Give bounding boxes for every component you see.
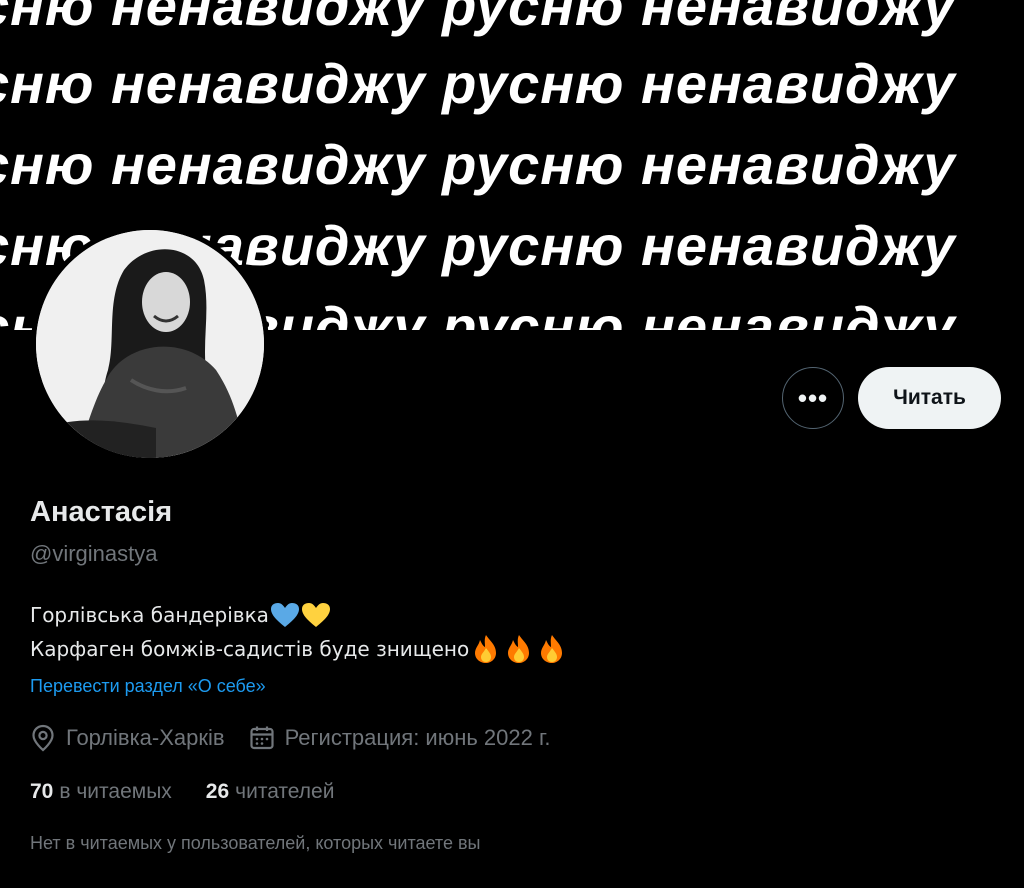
avatar-image bbox=[36, 230, 264, 458]
follow-stats: 70 в читаемых 26 читателей bbox=[30, 780, 368, 804]
bio-text-1: Горлівська бандерівка bbox=[30, 603, 269, 627]
followers-you-know-note: Нет в читаемых у пользователей, которых … bbox=[30, 833, 481, 853]
profile-bio: Горлівська бандерівка Карфаген бомжів-са… bbox=[30, 598, 568, 666]
followers-count: 26 bbox=[205, 780, 230, 803]
bio-line-2: Карфаген бомжів-садистів буде знищено bbox=[30, 632, 568, 666]
follow-button[interactable]: Читать bbox=[858, 367, 1001, 429]
translate-bio-link[interactable]: Перевести раздел «О себе» bbox=[30, 676, 266, 697]
bio-text-2: Карфаген бомжів-садистів буде знищено bbox=[30, 637, 470, 661]
fire-icon bbox=[541, 635, 563, 663]
profile-handle: @virginastya bbox=[30, 541, 158, 566]
bio-line-1: Горлівська бандерівка bbox=[30, 598, 568, 632]
banner-text-line: сню ненавиджу русню ненавиджу bbox=[0, 52, 956, 115]
location-pin-icon bbox=[32, 724, 54, 752]
join-date: Регистрация: июнь 2022 г. bbox=[249, 725, 551, 751]
profile-meta: Горлівка-Харків Регистрация: июнь 2022 г… bbox=[30, 724, 574, 752]
following-label: в читаемых bbox=[59, 780, 172, 803]
followers-label: читателей bbox=[235, 780, 335, 803]
followers-link[interactable]: 26 читателей bbox=[206, 780, 335, 804]
profile-page: сню ненавиджу русню ненавиджу сню ненави… bbox=[0, 0, 1024, 888]
avatar-photo bbox=[36, 230, 264, 458]
yellow-heart-icon bbox=[301, 603, 330, 627]
fire-icon bbox=[475, 635, 497, 663]
following-count: 70 bbox=[30, 780, 54, 803]
location-text: Горлівка-Харків bbox=[66, 725, 225, 750]
banner-text-line: сню ненавиджу русню ненавиджу bbox=[0, 0, 956, 37]
location: Горлівка-Харків bbox=[30, 724, 225, 752]
profile-name: Анастасія bbox=[30, 496, 173, 528]
blue-heart-icon bbox=[270, 603, 299, 627]
banner-text-line: сню ненавиджу русню ненавиджу bbox=[0, 133, 956, 196]
following-link[interactable]: 70 в читаемых bbox=[30, 780, 172, 804]
more-options-button[interactable]: ••• bbox=[782, 367, 844, 429]
join-date-text: Регистрация: июнь 2022 г. bbox=[284, 725, 551, 750]
avatar[interactable] bbox=[31, 225, 269, 463]
calendar-icon bbox=[249, 726, 274, 750]
fire-icon bbox=[508, 635, 530, 663]
